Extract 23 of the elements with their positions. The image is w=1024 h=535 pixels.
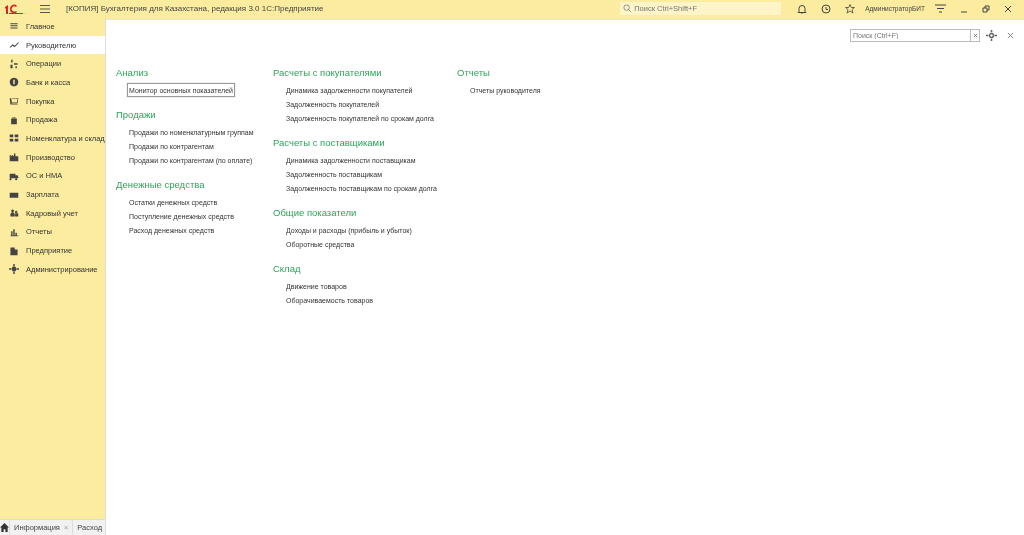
- cart-icon: [9, 96, 19, 107]
- people-icon: [9, 208, 19, 219]
- logo-icon: [4, 3, 24, 14]
- list-icon: [9, 21, 19, 32]
- section-heading: Склад: [273, 263, 301, 274]
- section-heading: Продажи: [116, 109, 156, 120]
- clear-button[interactable]: [971, 29, 980, 42]
- window-title: [КОПИЯ] Бухгалтерия для Казахстана, редакция 3.0 1С:Предприятие: [66, 4, 324, 13]
- home-icon[interactable]: [0, 520, 10, 535]
- section-heading: Анализ: [116, 67, 149, 78]
- section-heading: Денежные средства: [116, 179, 205, 190]
- building-icon: [9, 245, 19, 256]
- section-heading: Общие показатели: [273, 207, 357, 218]
- coin-icon: [9, 77, 19, 88]
- factory-icon: [9, 152, 19, 163]
- section-heading: Расчеты с покупателями: [273, 67, 382, 78]
- bag-icon: [9, 114, 19, 125]
- grid-icon: [9, 133, 19, 144]
- clear-icon: [972, 33, 978, 38]
- bar-chart-icon: [9, 226, 19, 237]
- section-heading: Расчеты с поставщиками: [273, 137, 385, 148]
- section-heading: Отчеты: [457, 67, 490, 78]
- chart-line-icon: [9, 40, 19, 51]
